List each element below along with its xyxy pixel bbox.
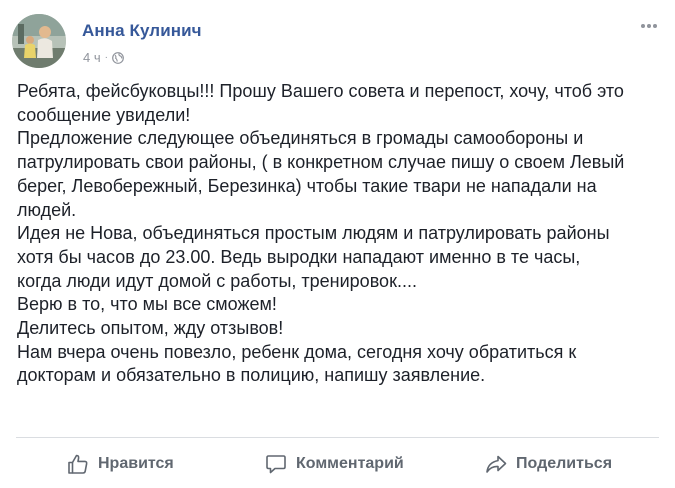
post-line: докторам и обязательно в полицию, напишу… <box>17 365 486 386</box>
avatar[interactable] <box>12 14 66 68</box>
post-line: Верю в то, что мы все сможем! <box>17 294 277 315</box>
post-line: Ребята, фейсбуковцы!!! Прошу Вашего сове… <box>17 81 624 101</box>
globe-icon[interactable] <box>112 51 124 64</box>
post-line: патрулировать свои районы, ( в конкретно… <box>17 152 625 173</box>
share-button[interactable]: Поделиться <box>484 446 612 482</box>
more-options-icon[interactable] <box>637 14 661 38</box>
like-button[interactable]: Нравится <box>66 446 174 482</box>
thumbs-up-icon <box>66 452 90 476</box>
post-actions-bar: Нравится Комментарий Поделиться <box>0 446 675 482</box>
post-meta: 4 ч · <box>83 50 124 65</box>
comment-icon <box>264 452 288 476</box>
post-line: людей. <box>17 199 77 220</box>
comment-button[interactable]: Комментарий <box>264 446 404 482</box>
actions-divider <box>16 437 659 438</box>
post-line: Идея не Нова, объединяться простым людям… <box>17 223 610 244</box>
post-line: Делитесь опытом, жду отзывов! <box>17 318 284 339</box>
post-timestamp[interactable]: 4 ч <box>83 50 101 65</box>
post-line: Нам вчера очень повезло, ребенк дома, се… <box>17 341 577 362</box>
post-line: сообщение увидели! <box>17 104 191 125</box>
facebook-post: Анна Кулинич 4 ч · Ребята, фейсбуковцы!!… <box>0 0 675 488</box>
post-line: когда люди идут домой с работы, трениров… <box>17 270 417 291</box>
post-line: хотя бы часов до 23.00. Ведь выродки нап… <box>17 246 581 267</box>
post-line: берег, Левобережный, Березинка) чтобы та… <box>17 175 597 196</box>
share-icon <box>484 452 508 476</box>
comment-label: Комментарий <box>296 455 404 472</box>
meta-separator: · <box>104 52 108 63</box>
author-name[interactable]: Анна Кулинич <box>82 21 202 41</box>
post-body: Ребята, фейсбуковцы!!! Прошу Вашего сове… <box>17 80 667 388</box>
avatar-photo <box>12 14 66 68</box>
share-label: Поделиться <box>516 455 613 472</box>
post-line: Предложение следующее объединяться в гро… <box>17 128 584 149</box>
like-label: Нравится <box>98 455 174 472</box>
